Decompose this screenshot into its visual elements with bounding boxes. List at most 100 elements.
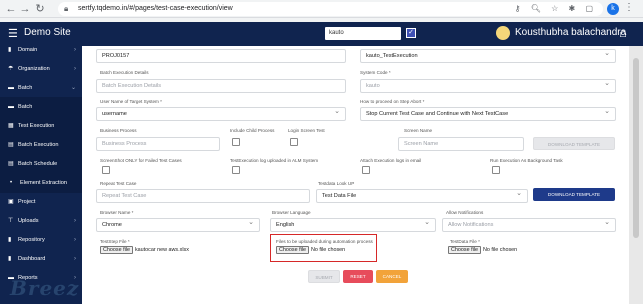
sidebar-item-label: Project bbox=[18, 199, 36, 205]
batch-execution-label: Batch Execution Details bbox=[100, 70, 149, 75]
sidebar-item-batch[interactable]: ▬ Batch ⌄ bbox=[0, 78, 82, 98]
sidebar-item-label: Batch Execution bbox=[18, 142, 59, 148]
sidebar-item-label: Batch Schedule bbox=[18, 161, 58, 167]
execution-name-select[interactable]: kauto_TestExecution bbox=[360, 49, 616, 63]
sidebar-item-domain[interactable]: ▮ Domain › bbox=[0, 40, 82, 60]
sidebar-subitem-batch-schedule[interactable]: ▤ Batch Schedule bbox=[0, 154, 82, 174]
test-execution-form: PROJ0157 kauto_TestExecution Batch Execu… bbox=[82, 46, 629, 304]
business-process-label: Business Process bbox=[100, 128, 137, 133]
chart-icon: ▮ bbox=[8, 47, 12, 53]
forward-icon[interactable]: → bbox=[18, 2, 32, 16]
teststep-file-input[interactable]: Choose file kautocar new aws.xlsx bbox=[100, 246, 189, 254]
sidebar-item-uploads[interactable]: ⊤ Uploads › bbox=[0, 211, 82, 231]
sidebar-item-label: Batch bbox=[18, 104, 33, 110]
teststep-choose-file-button[interactable]: Choose file bbox=[100, 246, 133, 254]
download-template-button-disabled[interactable]: DOWNLOAD TEMPLATE bbox=[533, 137, 615, 150]
browser-name-label: Browser Name * bbox=[100, 210, 134, 215]
chart-icon: ▮ bbox=[8, 237, 12, 243]
alm-checkbox[interactable] bbox=[232, 166, 240, 174]
sidebar-item-repository[interactable]: ▮ Repository › bbox=[0, 230, 82, 250]
project-checkbox-icon[interactable]: ✓ bbox=[406, 28, 416, 38]
sidebar-subitem-batch[interactable]: ▬ Batch bbox=[0, 97, 82, 117]
repeat-field[interactable]: Repeat Test Case bbox=[96, 189, 310, 203]
chevron-icon: › bbox=[74, 237, 76, 243]
browser-menu-icon[interactable]: ⋮ bbox=[624, 2, 634, 13]
allow-notifications-label: Allow Notifications bbox=[446, 210, 484, 215]
home-icon[interactable]: ⌂ bbox=[619, 25, 627, 40]
sidebar-item-organization[interactable]: ☂ Organization › bbox=[0, 59, 82, 79]
profile-avatar[interactable]: k bbox=[607, 3, 619, 15]
screen-name-field[interactable]: Screen Name bbox=[398, 137, 524, 151]
alm-label: TestExecution log uploaded in ALM System bbox=[230, 158, 319, 163]
project-selector-input[interactable]: kauto bbox=[325, 27, 401, 40]
page-scrollbar[interactable] bbox=[629, 46, 643, 304]
system-code-select[interactable]: kauto bbox=[360, 79, 616, 93]
repeat-label: Repeat Test Case bbox=[100, 181, 137, 186]
back-icon[interactable]: ← bbox=[4, 2, 18, 16]
filter-icon: ⊤ bbox=[8, 218, 14, 224]
bullet-icon: • bbox=[10, 180, 13, 186]
upload-choose-file-button[interactable]: Choose file bbox=[276, 246, 309, 254]
testdata-file-input[interactable]: Choose file No file chosen bbox=[448, 246, 517, 254]
batch-execution-field[interactable]: Batch Execution Details bbox=[96, 79, 346, 93]
submit-button[interactable]: SUBMIT bbox=[308, 270, 340, 283]
sidebar-item-dashboard[interactable]: ▮ Dashboard › bbox=[0, 249, 82, 269]
cancel-button[interactable]: CANCEL bbox=[376, 270, 408, 283]
breez-logo: Breez bbox=[10, 276, 80, 300]
chevron-icon: › bbox=[74, 256, 76, 262]
folder-icon: ▬ bbox=[8, 85, 14, 91]
project-field[interactable]: PROJ0157 bbox=[96, 49, 346, 63]
attach-logs-label: Attach Execution logs in email bbox=[360, 158, 422, 163]
sidebar-subitem-element-extraction[interactable]: • Element Extraction bbox=[0, 173, 82, 193]
screenshot-checkbox[interactable] bbox=[102, 166, 110, 174]
include-child-checkbox[interactable] bbox=[232, 138, 240, 146]
sidebar-subitem-batch-execution[interactable]: ▤ Batch Execution bbox=[0, 135, 82, 155]
sidebar-item-label: Test Execution bbox=[18, 123, 55, 129]
sidebar-item-label: Element Extraction bbox=[20, 180, 67, 186]
proceed-select[interactable]: Stop Current Test Case and Continue with… bbox=[360, 107, 616, 121]
upload-files-input[interactable]: Choose file No file chosen bbox=[276, 246, 345, 254]
sidebar: ▮ Domain › ☂ Organization › ▬ Batch ⌄ ▬ Batch ▦… bbox=[0, 46, 82, 304]
chevron-down-icon: ⌄ bbox=[70, 85, 76, 91]
attach-logs-checkbox[interactable] bbox=[362, 166, 370, 174]
reload-icon[interactable]: ↻ bbox=[33, 2, 47, 16]
browser-toolbar: ← → ↻ 🔒︎ sertfy.tqdemo.in/#/pages/test-c… bbox=[0, 0, 643, 18]
sidebar-subitem-test-execution[interactable]: ▦ Test Execution bbox=[0, 116, 82, 136]
testdata-file-label: TestData File * bbox=[450, 239, 480, 244]
allow-notifications-select[interactable]: Allow Notifications bbox=[442, 218, 616, 232]
browser-action-icons[interactable]: ⚷ 🔍︎ ☆ ✱ ▢ bbox=[515, 2, 597, 16]
teststep-file-label: TestStep File * bbox=[100, 239, 130, 244]
scrollbar-thumb[interactable] bbox=[633, 58, 639, 238]
login-screen-checkbox[interactable] bbox=[290, 138, 298, 146]
chevron-icon: › bbox=[74, 66, 76, 72]
user-avatar[interactable] bbox=[496, 26, 510, 40]
testdata-lookup-select[interactable]: Test Data File bbox=[316, 189, 528, 203]
chevron-icon: › bbox=[74, 218, 76, 224]
sidebar-item-label: Repository bbox=[18, 237, 45, 243]
business-process-field[interactable]: Business Process bbox=[96, 137, 220, 151]
sidebar-item-label: Uploads bbox=[18, 218, 39, 224]
menu-icon[interactable]: ☰ bbox=[8, 27, 18, 40]
sidebar-item-label: Domain bbox=[18, 47, 38, 53]
app-header: ☰ Demo Site kauto ✓ Kousthubha balachand… bbox=[0, 22, 643, 46]
download-template-button[interactable]: DOWNLOAD TEMPLATE bbox=[533, 188, 615, 201]
background-label: Run Execution As Background Task bbox=[490, 158, 563, 163]
system-code-label: System Code * bbox=[360, 70, 391, 75]
sidebar-item-project[interactable]: ▣ Project bbox=[0, 192, 82, 212]
folder-icon: ▬ bbox=[8, 104, 14, 110]
browser-language-select[interactable]: English bbox=[270, 218, 436, 232]
lock-icon: 🔒︎ bbox=[64, 4, 69, 13]
upload-file-status: No file chosen bbox=[310, 247, 346, 253]
background-checkbox[interactable] bbox=[492, 166, 500, 174]
list-icon: ▤ bbox=[8, 142, 14, 148]
address-bar[interactable]: 🔒︎ sertfy.tqdemo.in/#/pages/test-case-ex… bbox=[58, 2, 603, 16]
target-user-select[interactable]: username bbox=[96, 107, 346, 121]
reset-button[interactable]: RESET bbox=[343, 270, 373, 283]
include-child-label: Include Child Process bbox=[230, 128, 275, 133]
user-name[interactable]: Kousthubha balachandra bbox=[515, 27, 626, 38]
testdata-choose-file-button[interactable]: Choose file bbox=[448, 246, 481, 254]
upload-files-label: Files to be uploaded during automation p… bbox=[276, 239, 373, 244]
list-icon: ▤ bbox=[8, 161, 14, 167]
proceed-label: How to proceed on Step Abort * bbox=[360, 99, 425, 104]
browser-name-select[interactable]: Chrome bbox=[96, 218, 260, 232]
